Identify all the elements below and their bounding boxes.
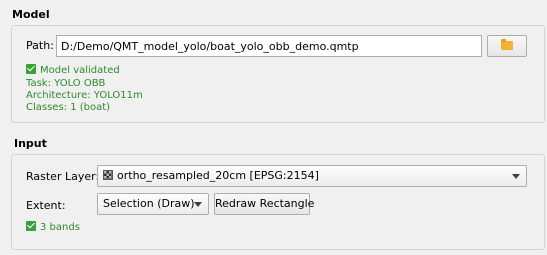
extent-value: Selection (Draw) xyxy=(103,197,195,210)
bands-status: 3 bands xyxy=(26,221,80,234)
model-path-input[interactable]: D:/Demo/QMT_model_yolo/boat_yolo_obb_dem… xyxy=(56,35,482,57)
chevron-down-icon xyxy=(194,202,202,207)
extent-combobox[interactable]: Selection (Draw) xyxy=(97,193,209,215)
extent-label: Extent: xyxy=(26,199,66,212)
check-icon xyxy=(26,221,36,231)
model-classes-text: Classes: 1 (boat) xyxy=(26,102,111,113)
redraw-rectangle-button[interactable]: Redraw Rectangle xyxy=(214,193,314,215)
raster-layer-label: Raster Layer: xyxy=(26,170,100,183)
model-validated-text: Model validated xyxy=(40,65,120,76)
raster-layer-icon xyxy=(103,170,113,180)
raster-layer-value: ortho_resampled_20cm [EPSG:2154] xyxy=(117,169,319,182)
model-section-title: Model xyxy=(12,8,50,21)
check-icon xyxy=(26,64,36,74)
model-validated-status: Model validated xyxy=(26,64,120,77)
chevron-down-icon xyxy=(512,174,520,179)
folder-icon xyxy=(501,39,513,50)
bands-status-text: 3 bands xyxy=(40,222,80,233)
path-label: Path: xyxy=(26,39,54,52)
raster-layer-combobox[interactable]: ortho_resampled_20cm [EPSG:2154] xyxy=(97,165,527,187)
input-section-title: Input xyxy=(14,137,47,150)
browse-model-button[interactable] xyxy=(487,35,527,57)
